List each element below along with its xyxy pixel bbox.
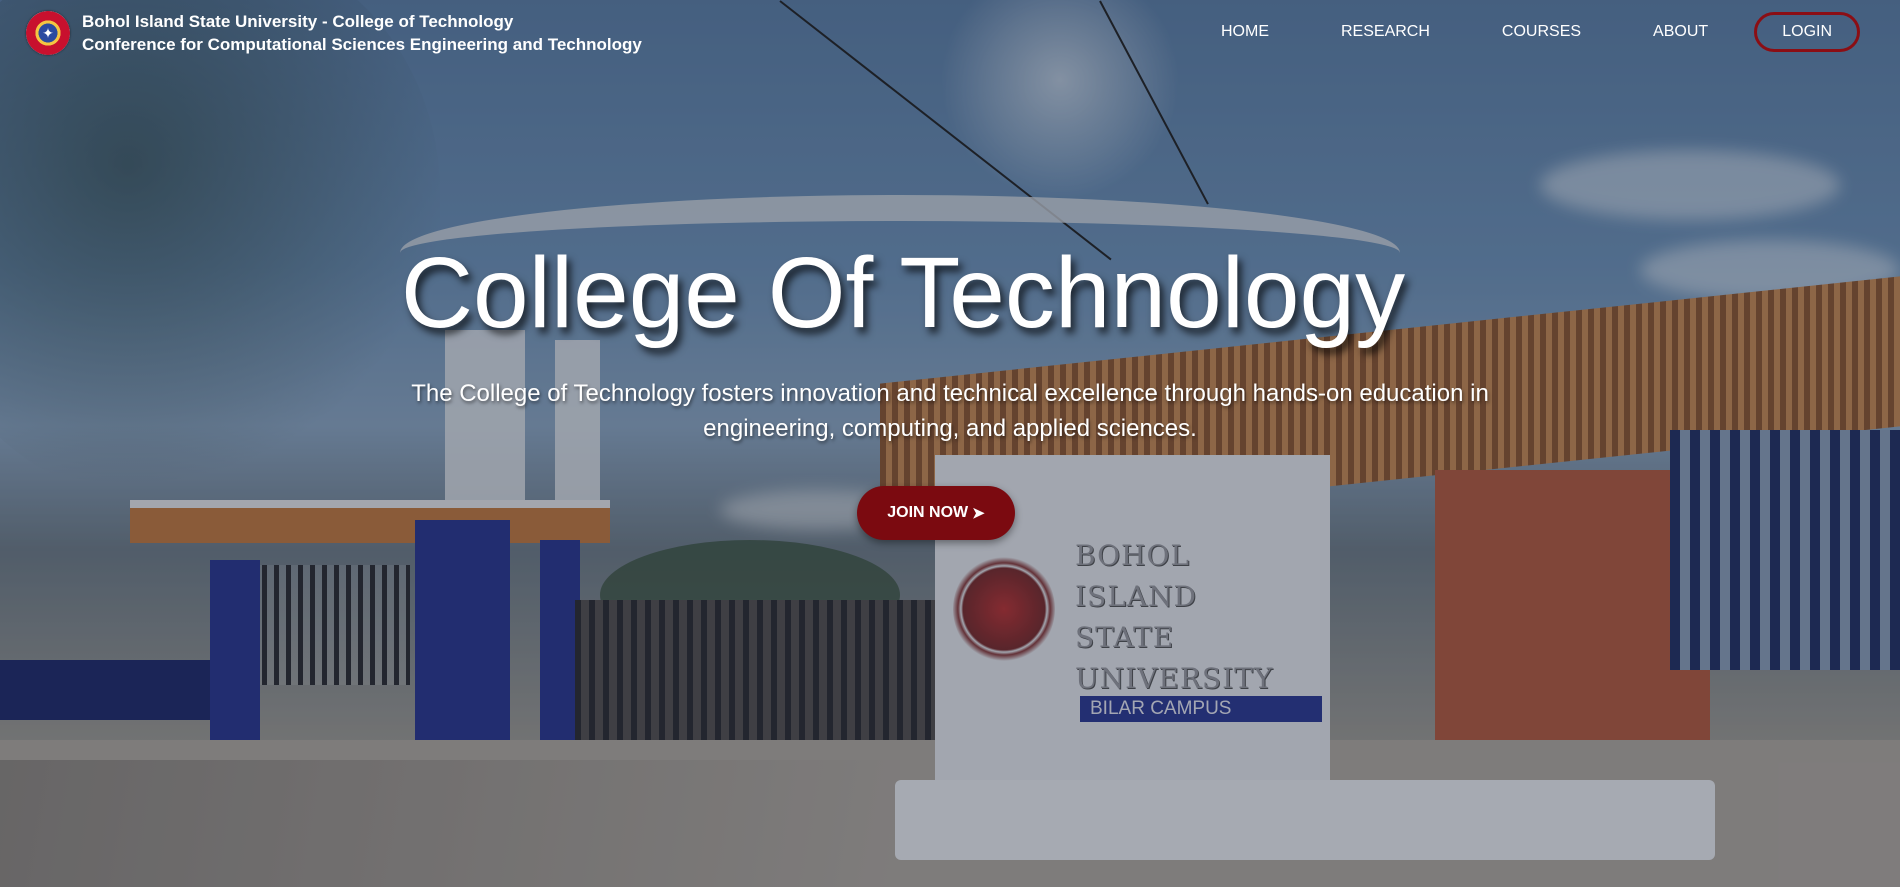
hero-title: College Of Technology xyxy=(400,237,1406,349)
brand-text: Bohol Island State University - College … xyxy=(82,10,642,56)
hero-section: BOHOL ISLAND STATE UNIVERSITY BILAR CAMP… xyxy=(0,0,1900,887)
nav-courses[interactable]: COURSES xyxy=(1466,10,1617,54)
hero-subtitle: The College of Technology fosters innova… xyxy=(340,376,1560,446)
brand-subtitle: Conference for Computational Sciences En… xyxy=(82,35,642,54)
main-nav: HOME RESEARCH COURSES ABOUT LOGIN xyxy=(1185,10,1861,54)
brand-title: Bohol Island State University - College … xyxy=(82,12,514,31)
nav-about[interactable]: ABOUT xyxy=(1617,10,1744,54)
brand[interactable]: ✦ Bohol Island State University - Colleg… xyxy=(26,10,642,56)
hero-subtitle-line1: The College of Technology fosters innova… xyxy=(411,380,1489,407)
join-now-label: JOIN NOW xyxy=(887,504,969,521)
nav-research[interactable]: RESEARCH xyxy=(1305,10,1466,54)
chevron-right-icon: ➤ xyxy=(972,505,985,522)
join-now-button[interactable]: JOIN NOW ➤ xyxy=(857,486,1015,540)
university-seal-icon[interactable]: ✦ xyxy=(26,11,70,55)
nav-home[interactable]: HOME xyxy=(1185,10,1305,54)
hero-subtitle-line2: engineering, computing, and applied scie… xyxy=(703,415,1197,442)
login-button[interactable]: LOGIN xyxy=(1754,12,1861,52)
top-navbar: ✦ Bohol Island State University - Colleg… xyxy=(0,0,1900,66)
